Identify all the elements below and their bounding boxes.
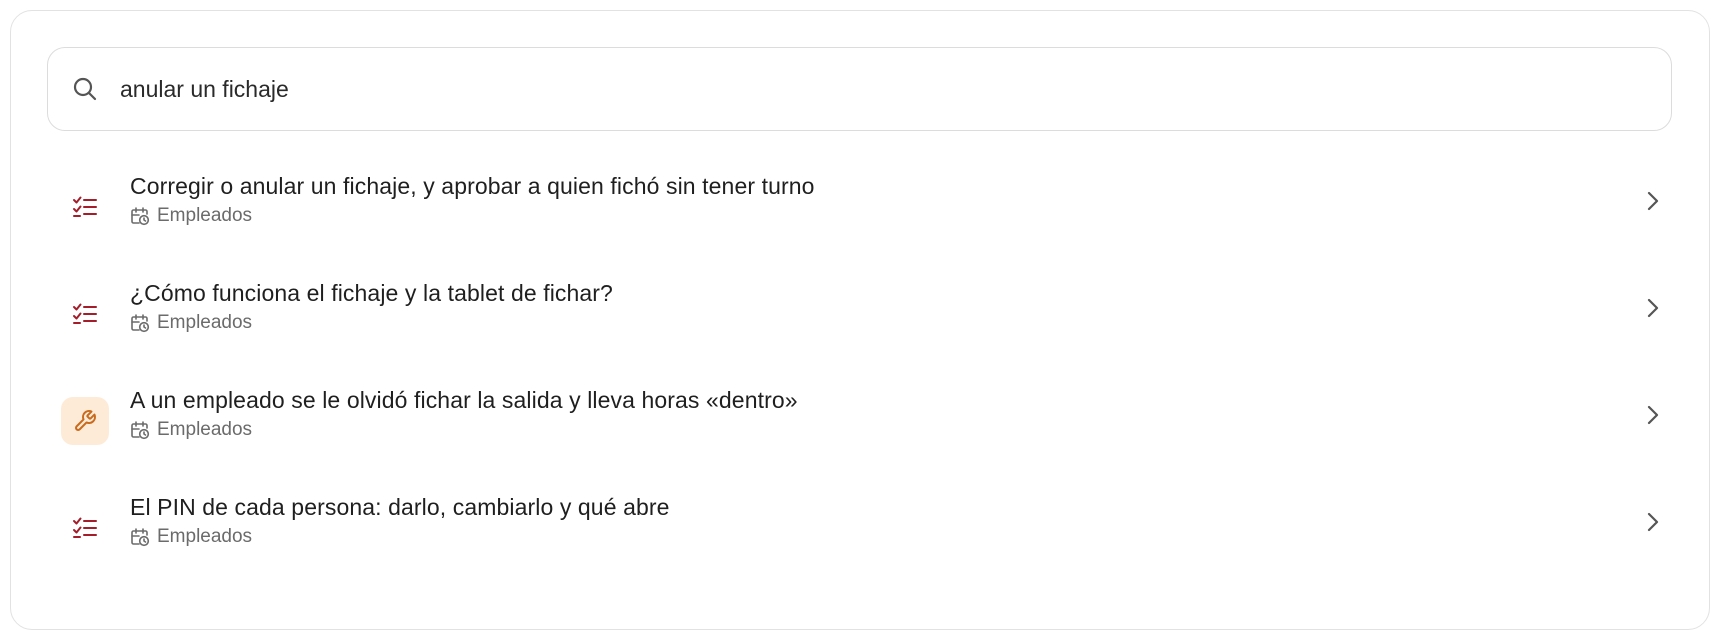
results-list: Corregir o anular un fichaje, y aprobar … <box>61 161 1671 589</box>
result-category-label: Empleados <box>157 419 253 440</box>
result-item[interactable]: Corregir o anular un fichaje, y aprobar … <box>61 161 1671 268</box>
result-item[interactable]: ¿Cómo funciona el fichaje y la tablet de… <box>61 268 1671 375</box>
wrench-icon <box>61 397 109 445</box>
search-box[interactable] <box>47 47 1672 131</box>
result-item[interactable]: A un empleado se le olvidó fichar la sal… <box>61 375 1671 482</box>
result-title: El PIN de cada persona: darlo, cambiarlo… <box>130 494 670 520</box>
checklist-icon <box>61 504 109 552</box>
calendar-clock-icon <box>130 420 150 440</box>
result-category-label: Empleados <box>157 205 253 226</box>
result-item[interactable]: El PIN de cada persona: darlo, cambiarlo… <box>61 482 1671 589</box>
checklist-icon <box>61 183 109 231</box>
result-title: ¿Cómo funciona el fichaje y la tablet de… <box>130 280 613 306</box>
result-category: Empleados <box>130 205 815 227</box>
chevron-right-icon[interactable] <box>1639 187 1667 215</box>
checklist-icon <box>61 290 109 338</box>
search-panel: Corregir o anular un fichaje, y aprobar … <box>10 10 1710 630</box>
chevron-right-icon[interactable] <box>1639 508 1667 536</box>
calendar-clock-icon <box>130 527 150 547</box>
result-category-label: Empleados <box>157 312 253 333</box>
chevron-right-icon[interactable] <box>1639 294 1667 322</box>
result-title: A un empleado se le olvidó fichar la sal… <box>130 387 798 413</box>
result-category: Empleados <box>130 312 613 334</box>
chevron-right-icon[interactable] <box>1639 401 1667 429</box>
result-category: Empleados <box>130 526 670 548</box>
result-title: Corregir o anular un fichaje, y aprobar … <box>130 173 815 199</box>
result-category: Empleados <box>130 419 798 441</box>
result-category-label: Empleados <box>157 526 253 547</box>
calendar-clock-icon <box>130 313 150 333</box>
calendar-clock-icon <box>130 206 150 226</box>
search-input[interactable] <box>120 75 1620 103</box>
search-icon <box>70 74 100 104</box>
